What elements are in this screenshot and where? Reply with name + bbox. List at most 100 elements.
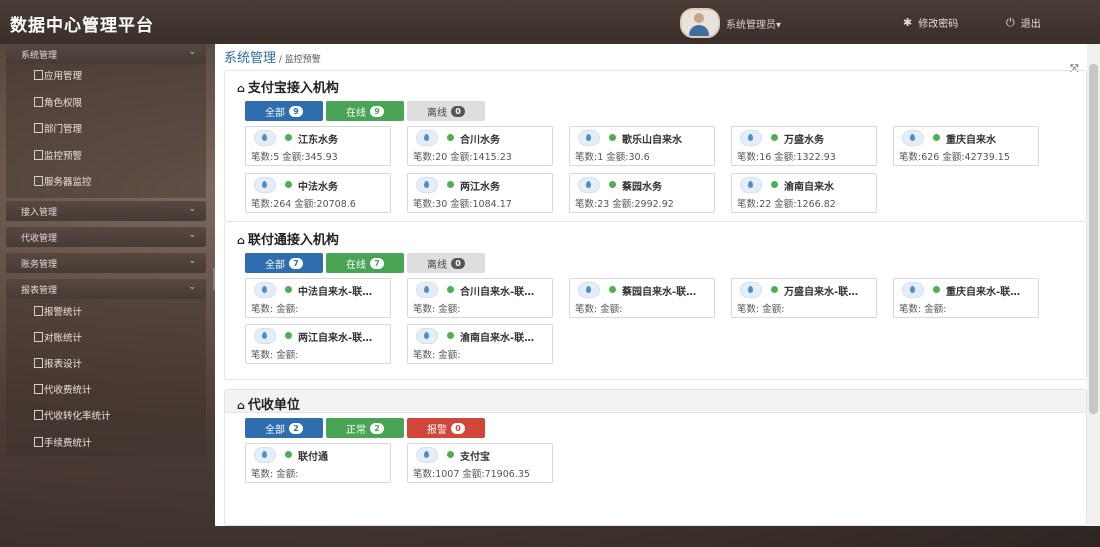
org-card[interactable]: 万盛水务 笔数:16 金额:1322.93 <box>731 126 877 166</box>
scrollbar-thumb[interactable] <box>1089 64 1098 414</box>
sidebar-item-report-design[interactable]: 报表设计 <box>6 350 206 376</box>
tab-alarm[interactable]: 报警 0 <box>407 418 485 438</box>
water-drop-icon <box>416 130 438 146</box>
org-card[interactable]: 中法自来水-联… 笔数: 金额: <box>245 278 391 318</box>
sidebar-item-fee-stats[interactable]: 手续费统计 <box>6 429 206 455</box>
section-alipay: ⌂ 支付宝接入机构 全部 9 在线 9 离线 0 江东水务 笔数:5 金额:345.93 … <box>224 70 1087 222</box>
page-icon <box>34 150 43 160</box>
chevron-down-icon: ⌄ <box>188 256 196 266</box>
org-card[interactable]: 重庆自来水-联… 笔数: 金额: <box>893 278 1039 318</box>
status-dot <box>285 332 292 339</box>
status-dot <box>447 286 454 293</box>
page-icon <box>34 332 43 342</box>
water-drop-icon <box>416 282 438 298</box>
sidebar-item-reconcile-stats[interactable]: 对账统计 <box>6 324 206 350</box>
avatar[interactable] <box>680 8 720 38</box>
org-card[interactable]: 合川水务 笔数:20 金额:1415.23 <box>407 126 553 166</box>
sidebar: 系统管理 ⌄ 应用管理 角色权限 部门管理 监控预警 服务器监控 接入管理 ⌄ 代收… <box>0 44 212 547</box>
tab-normal[interactable]: 正常 2 <box>326 418 404 438</box>
status-dot <box>447 181 454 188</box>
section-title: ⌂ 联付通接入机构 <box>237 233 339 248</box>
org-card[interactable]: 渝南自来水-联… 笔数: 金额: <box>407 324 553 364</box>
status-dot <box>285 286 292 293</box>
section-title: ⌂ 代收单位 <box>237 398 300 413</box>
change-password-link[interactable]: ✱ 修改密码 <box>903 15 958 30</box>
status-dot <box>771 134 778 141</box>
breadcrumb-parent[interactable]: 系统管理 <box>224 51 276 66</box>
water-drop-icon <box>578 130 600 146</box>
sidebar-item-server-monitor[interactable]: 服务器监控 <box>6 168 206 194</box>
water-drop-icon <box>416 447 438 463</box>
sidebar-group-collection[interactable]: 代收管理 ⌄ <box>6 227 206 247</box>
sidebar-group-reports[interactable]: 报表管理 ⌄ <box>6 279 206 299</box>
page-icon <box>34 123 43 133</box>
org-card[interactable]: 重庆自来水 笔数:626 金额:42739.15 <box>893 126 1039 166</box>
org-card[interactable]: 万盛自来水-联… 笔数: 金额: <box>731 278 877 318</box>
tab-all[interactable]: 全部 2 <box>245 418 323 438</box>
sidebar-group-accounting[interactable]: 账务管理 ⌄ <box>6 253 206 273</box>
org-card[interactable]: 中法水务 笔数:264 金额:20708.6 <box>245 173 391 213</box>
sidebar-item-role-permission[interactable]: 角色权限 <box>6 89 206 115</box>
home-icon: ⌂ <box>237 399 245 412</box>
water-drop-icon <box>578 177 600 193</box>
tab-all[interactable]: 全部 7 <box>245 253 323 273</box>
org-card[interactable]: 蔡园水务 笔数:23 金额:2992.92 <box>569 173 715 213</box>
org-card[interactable]: 渝南自来水 笔数:22 金额:1266.82 <box>731 173 877 213</box>
org-card[interactable]: 联付通 笔数: 金额: <box>245 443 391 483</box>
water-drop-icon <box>254 177 276 193</box>
app-title: 数据中心管理平台 <box>10 16 154 36</box>
page-icon <box>34 358 43 368</box>
page-icon <box>34 437 43 447</box>
sidebar-group-system[interactable]: 系统管理 ⌄ <box>6 44 206 64</box>
sidebar-item-conversion-stats[interactable]: 代收转化率统计 <box>6 402 206 428</box>
tab-all[interactable]: 全部 9 <box>245 101 323 121</box>
sidebar-item-app-manage[interactable]: 应用管理 <box>6 62 206 88</box>
tab-offline[interactable]: 离线 0 <box>407 101 485 121</box>
water-drop-icon <box>902 282 924 298</box>
section-header <box>225 390 1086 413</box>
status-dot <box>609 286 616 293</box>
sidebar-group-access[interactable]: 接入管理 ⌄ <box>6 201 206 221</box>
power-icon: ⏻ <box>1006 15 1015 29</box>
main-scrollbar[interactable] <box>1087 44 1100 526</box>
sidebar-item-department[interactable]: 部门管理 <box>6 115 206 141</box>
org-card[interactable]: 两江水务 笔数:30 金额:1084.17 <box>407 173 553 213</box>
page-icon <box>34 97 43 107</box>
tab-offline[interactable]: 离线 0 <box>407 253 485 273</box>
org-card[interactable]: 两江自来水-联… 笔数: 金额: <box>245 324 391 364</box>
water-drop-icon <box>254 447 276 463</box>
user-menu[interactable]: 系统管理员▾ <box>680 8 781 38</box>
water-drop-icon <box>416 328 438 344</box>
top-header: 数据中心管理平台 系统管理员▾ ✱ 修改密码 ⏻ 退出 <box>0 0 1100 44</box>
tab-online[interactable]: 在线 9 <box>326 101 404 121</box>
page-icon <box>34 410 43 420</box>
gear-icon: ✱ <box>903 16 913 29</box>
status-dot <box>285 451 292 458</box>
water-drop-icon <box>902 130 924 146</box>
water-drop-icon <box>740 282 762 298</box>
water-drop-icon <box>254 328 276 344</box>
sidebar-item-monitor-alert[interactable]: 监控预警 <box>6 142 206 168</box>
sidebar-item-alarm-stats[interactable]: 报警统计 <box>6 298 206 324</box>
org-card[interactable]: 合川自来水-联… 笔数: 金额: <box>407 278 553 318</box>
page-icon <box>34 384 43 394</box>
status-dot <box>285 181 292 188</box>
change-password-label: 修改密码 <box>918 19 959 30</box>
water-drop-icon <box>740 177 762 193</box>
water-drop-icon <box>416 177 438 193</box>
logout-link[interactable]: ⏻ 退出 <box>1006 15 1041 31</box>
status-dot <box>447 134 454 141</box>
org-card[interactable]: 蔡园自来水-联… 笔数: 金额: <box>569 278 715 318</box>
chevron-down-icon: ⌄ <box>188 47 196 57</box>
logout-label: 退出 <box>1020 19 1041 30</box>
main-panel: 系统管理 / 监控预警 ⤧ ⌂ 支付宝接入机构 全部 9 在线 9 离线 0 江东水务笔… <box>215 44 1087 526</box>
user-name[interactable]: 系统管理员▾ <box>726 16 781 31</box>
org-card[interactable]: 支付宝 笔数:1007 金额:71906.35 <box>407 443 553 483</box>
tab-online[interactable]: 在线 7 <box>326 253 404 273</box>
breadcrumb-separator: / <box>276 55 285 65</box>
org-card[interactable]: 江东水务 笔数:5 金额:345.93 <box>245 126 391 166</box>
org-card[interactable]: 歌乐山自来水 笔数:1 金额:30.6 <box>569 126 715 166</box>
sidebar-item-collection-fee-stats[interactable]: 代收费统计 <box>6 376 206 402</box>
status-dot <box>447 332 454 339</box>
water-drop-icon <box>578 282 600 298</box>
